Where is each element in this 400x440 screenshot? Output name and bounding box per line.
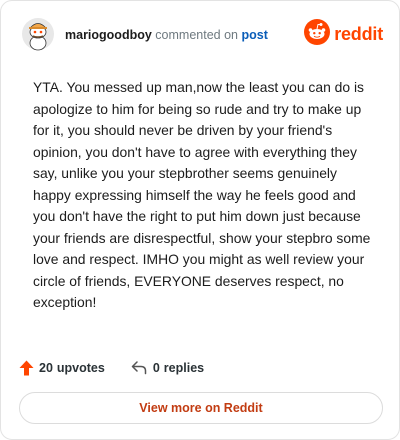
reddit-comment-card: mariogoodboy commented on post reddit YT… — [0, 0, 400, 440]
meta-verb: commented on — [155, 28, 238, 42]
reddit-wordmark: reddit — [334, 23, 383, 44]
comment-header: mariogoodboy commented on post reddit — [21, 17, 383, 51]
upvote-arrow-icon — [19, 360, 34, 376]
comment-meta: mariogoodboy commented on post — [65, 27, 268, 43]
upvotes-label: upvotes — [56, 361, 105, 375]
upvotes-count: 20 — [39, 361, 53, 375]
view-more-button[interactable]: View more on Reddit — [19, 392, 383, 424]
replies-count: 0 — [152, 361, 160, 375]
comment-body: YTA. You messed up man,now the least you… — [33, 79, 371, 310]
username-link[interactable]: mariogoodboy — [65, 28, 152, 42]
avatar[interactable] — [21, 17, 55, 51]
post-link[interactable]: post — [241, 28, 267, 42]
replies-stat[interactable]: 0 replies — [131, 361, 204, 375]
reply-arrow-icon — [131, 361, 147, 375]
reddit-brand[interactable]: reddit — [304, 18, 383, 50]
comment-actions: 20 upvotes 0 replies — [19, 358, 204, 378]
reddit-logo-icon — [304, 18, 331, 50]
replies-label: replies — [163, 361, 205, 375]
upvotes-stat[interactable]: 20 upvotes — [19, 360, 105, 376]
